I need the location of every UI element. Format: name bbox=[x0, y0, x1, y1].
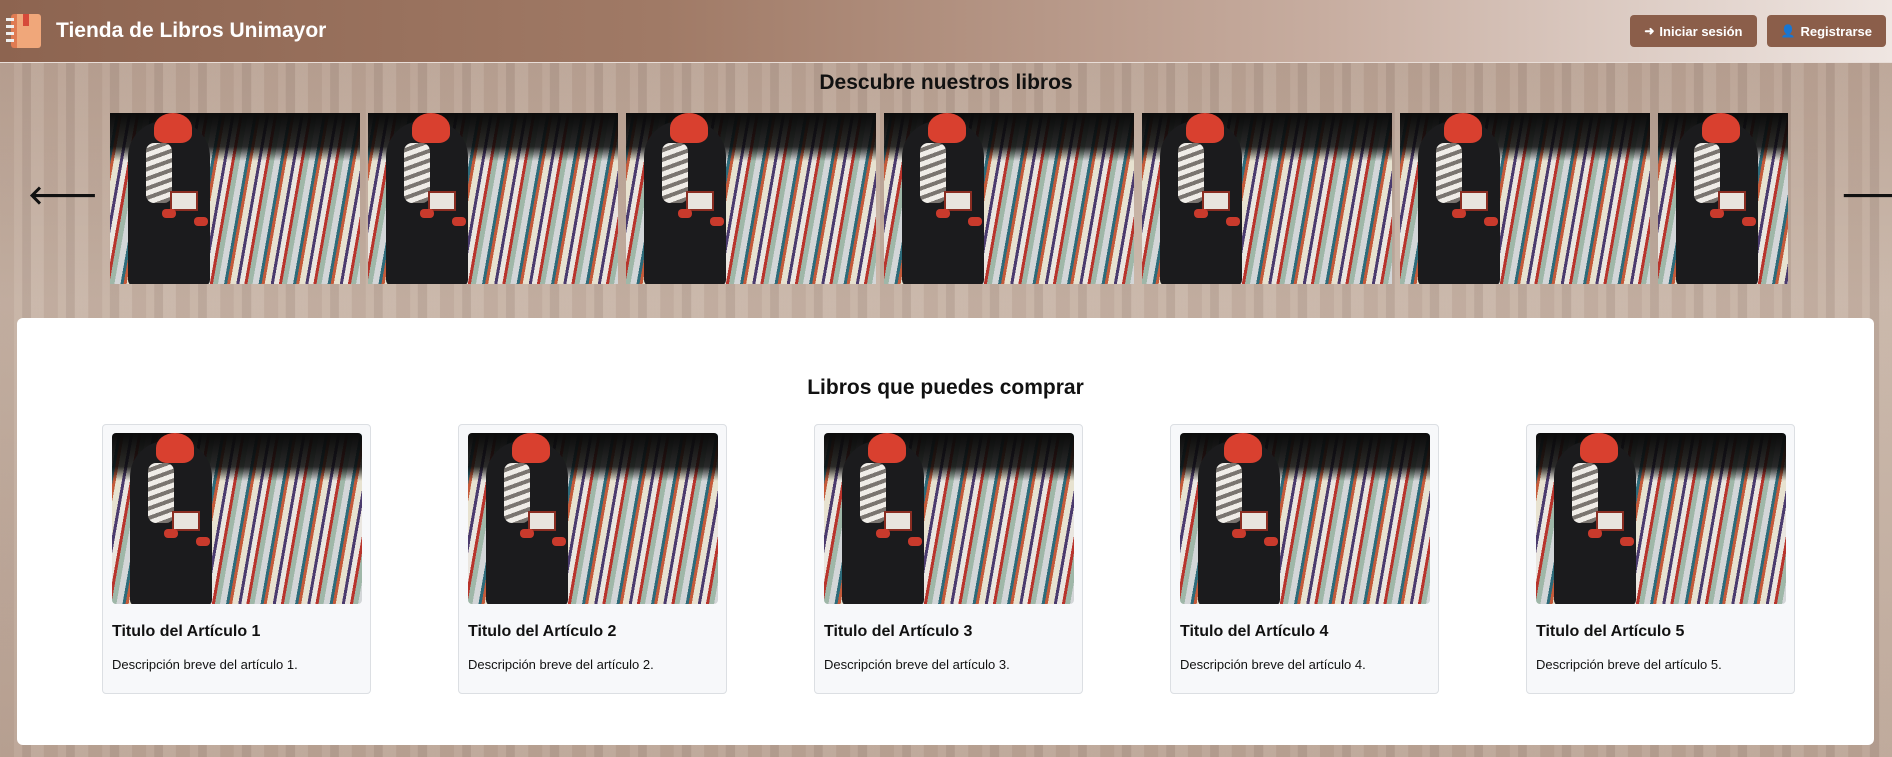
sign-in-icon: ➜ bbox=[1644, 24, 1655, 38]
catalog-panel: Libros que puedes comprar Titulo del Art… bbox=[17, 318, 1874, 745]
carousel-slide[interactable] bbox=[1142, 113, 1392, 284]
carousel-slide[interactable] bbox=[1658, 113, 1788, 284]
top-navbar: Tienda de Libros Unimayor ➜ Iniciar sesi… bbox=[0, 0, 1892, 63]
carousel-title: Descubre nuestros libros bbox=[819, 71, 1073, 94]
book-card-description: Descripción breve del artículo 5. bbox=[1536, 657, 1722, 672]
brand[interactable]: Tienda de Libros Unimayor bbox=[0, 10, 326, 52]
register-button-label: Registrarse bbox=[1800, 23, 1872, 39]
book-card-description: Descripción breve del artículo 1. bbox=[112, 657, 298, 672]
book-card[interactable]: Titulo del Artículo 2 Descripción breve d… bbox=[458, 424, 727, 694]
book-card-description: Descripción breve del artículo 2. bbox=[468, 657, 654, 672]
book-photo bbox=[1180, 433, 1430, 604]
book-card-description: Descripción breve del artículo 4. bbox=[1180, 657, 1366, 672]
book-card-title: Titulo del Artículo 2 bbox=[468, 623, 617, 640]
login-button[interactable]: ➜ Iniciar sesión bbox=[1630, 15, 1757, 47]
brand-name: Tienda de Libros Unimayor bbox=[56, 19, 327, 42]
book-photo bbox=[1536, 433, 1786, 604]
book-card-title: Titulo del Artículo 5 bbox=[1536, 623, 1685, 640]
auth-buttons: ➜ Iniciar sesión 👤 Registrarse bbox=[1630, 15, 1892, 47]
book-card-title: Titulo del Artículo 1 bbox=[112, 623, 261, 640]
book-card[interactable]: Titulo del Artículo 4 Descripción breve d… bbox=[1170, 424, 1439, 694]
user-plus-icon: 👤 bbox=[1780, 24, 1796, 38]
arrow-right-icon: 🡒 bbox=[1841, 180, 1892, 210]
register-button[interactable]: 👤 Registrarse bbox=[1766, 15, 1886, 47]
carousel-slide[interactable] bbox=[626, 113, 876, 284]
catalog-title: Libros que puedes comprar bbox=[807, 376, 1084, 399]
carousel-slide[interactable] bbox=[1400, 113, 1650, 284]
book-card[interactable]: Titulo del Artículo 5 Descripción breve d… bbox=[1526, 424, 1795, 694]
book-card-title: Titulo del Artículo 3 bbox=[824, 623, 973, 640]
carousel-slide[interactable] bbox=[368, 113, 618, 284]
carousel-track bbox=[110, 113, 1788, 284]
carousel-next-button[interactable]: 🡒 bbox=[1841, 180, 1892, 210]
carousel-slide[interactable] bbox=[884, 113, 1134, 284]
arrow-left-icon: 🡐 bbox=[28, 180, 98, 210]
book-photo bbox=[112, 433, 362, 604]
login-button-label: Iniciar sesión bbox=[1659, 23, 1743, 39]
book-card[interactable]: Titulo del Artículo 1 Descripción breve d… bbox=[102, 424, 371, 694]
book-card-description: Descripción breve del artículo 3. bbox=[824, 657, 1010, 672]
book-photo bbox=[468, 433, 718, 604]
carousel-prev-button[interactable]: 🡐 bbox=[28, 180, 98, 210]
book-photo bbox=[824, 433, 1074, 604]
book-card-title: Titulo del Artículo 4 bbox=[1180, 623, 1329, 640]
book-card[interactable]: Titulo del Artículo 3 Descripción breve d… bbox=[814, 424, 1083, 694]
carousel-slide[interactable] bbox=[110, 113, 360, 284]
book-logo-icon bbox=[4, 10, 46, 52]
